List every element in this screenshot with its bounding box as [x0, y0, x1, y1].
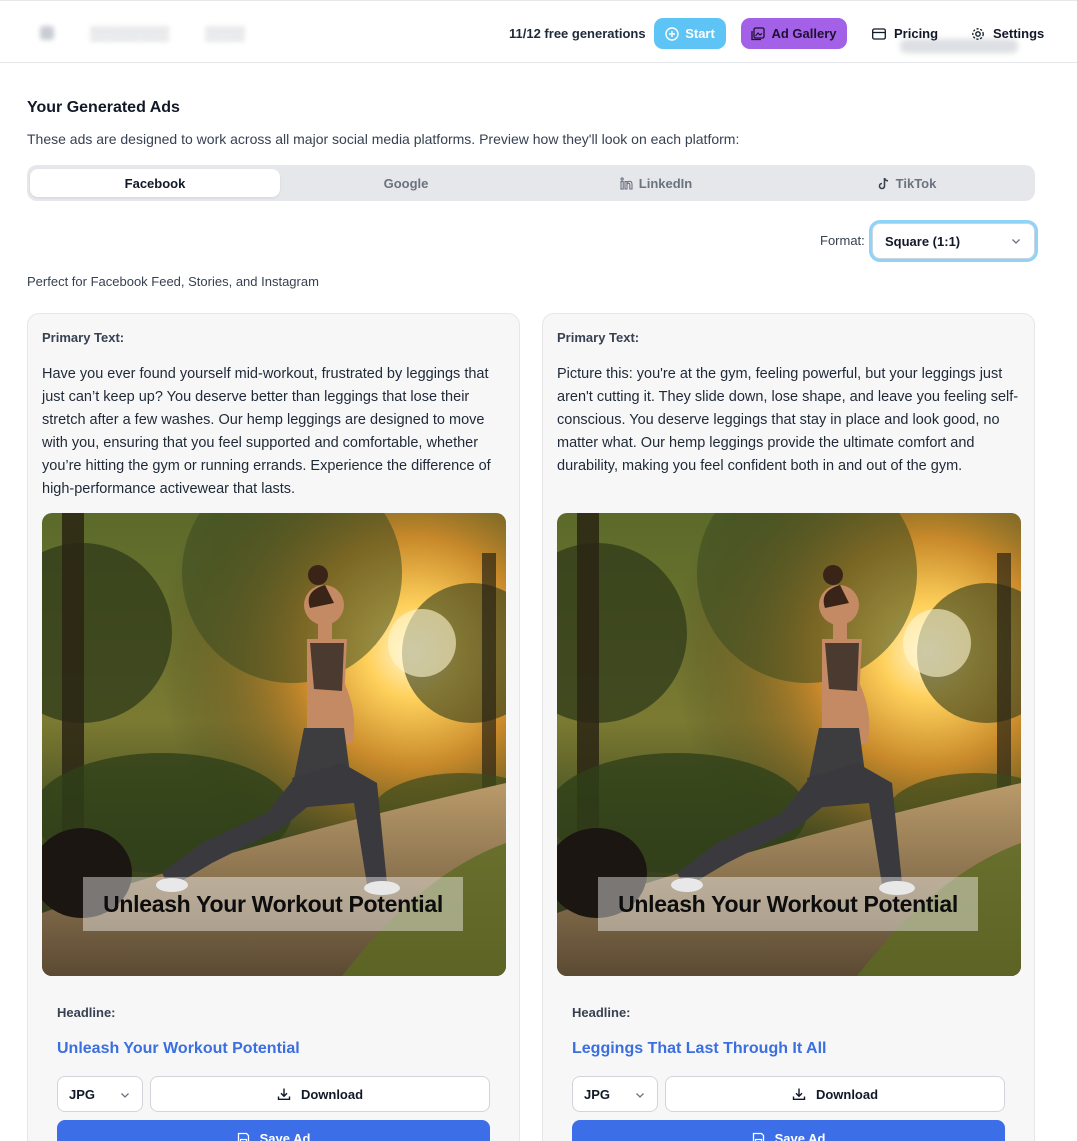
settings-link[interactable]: Settings: [971, 26, 1044, 41]
linkedin-icon: [620, 176, 633, 190]
file-format-select[interactable]: JPG: [57, 1076, 143, 1112]
blurred-user: [900, 39, 1018, 53]
primary-text-label: Primary Text:: [42, 330, 125, 345]
start-button[interactable]: Start: [654, 18, 726, 49]
chevron-down-icon: [636, 1093, 644, 1098]
format-select[interactable]: Square (1:1): [872, 223, 1035, 259]
platform-note: Perfect for Facebook Feed, Stories, and …: [27, 274, 319, 289]
primary-text: Have you ever found yourself mid-workout…: [42, 366, 491, 497]
ad-card: Primary Text: Picture this: you're at th…: [542, 313, 1035, 1141]
save-icon: [752, 1132, 764, 1141]
headline-text: Unleash Your Workout Potential: [57, 1040, 300, 1057]
download-label: Download: [300, 1086, 364, 1102]
pricing-link[interactable]: Pricing: [872, 26, 938, 41]
blurred-nav: ▒▒▒▒▒▒▒▒ ▒▒▒▒: [40, 25, 245, 41]
platform-tabs: Facebook Google LinkedIn TikTok: [27, 165, 1035, 201]
primary-text-label: Primary Text:: [557, 330, 640, 345]
top-bar: ▒▒▒▒▒▒▒▒ ▒▒▒▒ 11/12 free generations Sta…: [0, 0, 1077, 63]
ad-gallery-label: Ad Gallery: [771, 26, 837, 41]
credit-card-icon: [872, 27, 886, 40]
ad-image: Unleash Your Workout Potential: [42, 513, 506, 976]
file-format-value: JPG: [69, 1086, 96, 1102]
download-label: Download: [815, 1086, 879, 1102]
section-description: These ads are designed to work across al…: [27, 131, 740, 147]
blurred-nav-item: ▒▒▒▒▒▒▒▒: [90, 25, 170, 41]
tab-label: TikTok: [895, 175, 937, 191]
tab-linkedin[interactable]: LinkedIn: [531, 169, 781, 197]
tab-facebook[interactable]: Facebook: [30, 169, 280, 197]
logo-icon: [40, 26, 54, 40]
format-label: Format:: [820, 233, 865, 248]
format-value: Square (1:1): [885, 233, 961, 249]
tab-label: Google: [383, 175, 429, 191]
start-label: Start: [685, 26, 715, 41]
ad-gallery-button[interactable]: Ad Gallery: [741, 18, 847, 49]
section-title: Your Generated Ads: [27, 99, 180, 116]
settings-label: Settings: [993, 26, 1045, 41]
ad-image-caption: Unleash Your Workout Potential: [598, 877, 978, 931]
download-icon: [792, 1088, 806, 1100]
pricing-label: Pricing: [894, 26, 939, 41]
save-ad-label: Save Ad: [259, 1130, 311, 1141]
file-format-select[interactable]: JPG: [572, 1076, 658, 1112]
ad-card: Primary Text: Have you ever found yourse…: [27, 313, 520, 1141]
plus-circle-icon: [665, 26, 679, 41]
tab-label: LinkedIn: [638, 175, 693, 191]
download-icon: [277, 1088, 291, 1100]
gallery-icon: [751, 26, 766, 40]
save-icon: [237, 1132, 249, 1141]
save-ad-label: Save Ad: [774, 1130, 826, 1141]
save-ad-button[interactable]: Save Ad: [57, 1120, 490, 1141]
generation-counter: 11/12 free generations: [509, 26, 646, 41]
primary-text: Picture this: you're at the gym, feeling…: [557, 366, 1019, 474]
chevron-down-icon: [121, 1093, 129, 1098]
tiktok-icon: [878, 177, 888, 189]
headline-text: Leggings That Last Through It All: [572, 1040, 827, 1057]
file-format-value: JPG: [584, 1086, 611, 1102]
tab-label: Facebook: [124, 175, 186, 191]
ad-image-caption: Unleash Your Workout Potential: [83, 877, 463, 931]
headline-label: Headline:: [57, 1005, 116, 1020]
tab-google[interactable]: Google: [281, 169, 531, 197]
gear-icon: [972, 27, 984, 40]
ad-image: Unleash Your Workout Potential: [557, 513, 1021, 976]
download-button[interactable]: Download: [150, 1076, 490, 1112]
blurred-nav-item: ▒▒▒▒: [205, 25, 246, 41]
download-button[interactable]: Download: [665, 1076, 1005, 1112]
tab-tiktok[interactable]: TikTok: [782, 169, 1032, 197]
headline-label: Headline:: [572, 1005, 631, 1020]
save-ad-button[interactable]: Save Ad: [572, 1120, 1005, 1141]
chevron-down-icon: [1012, 239, 1020, 244]
